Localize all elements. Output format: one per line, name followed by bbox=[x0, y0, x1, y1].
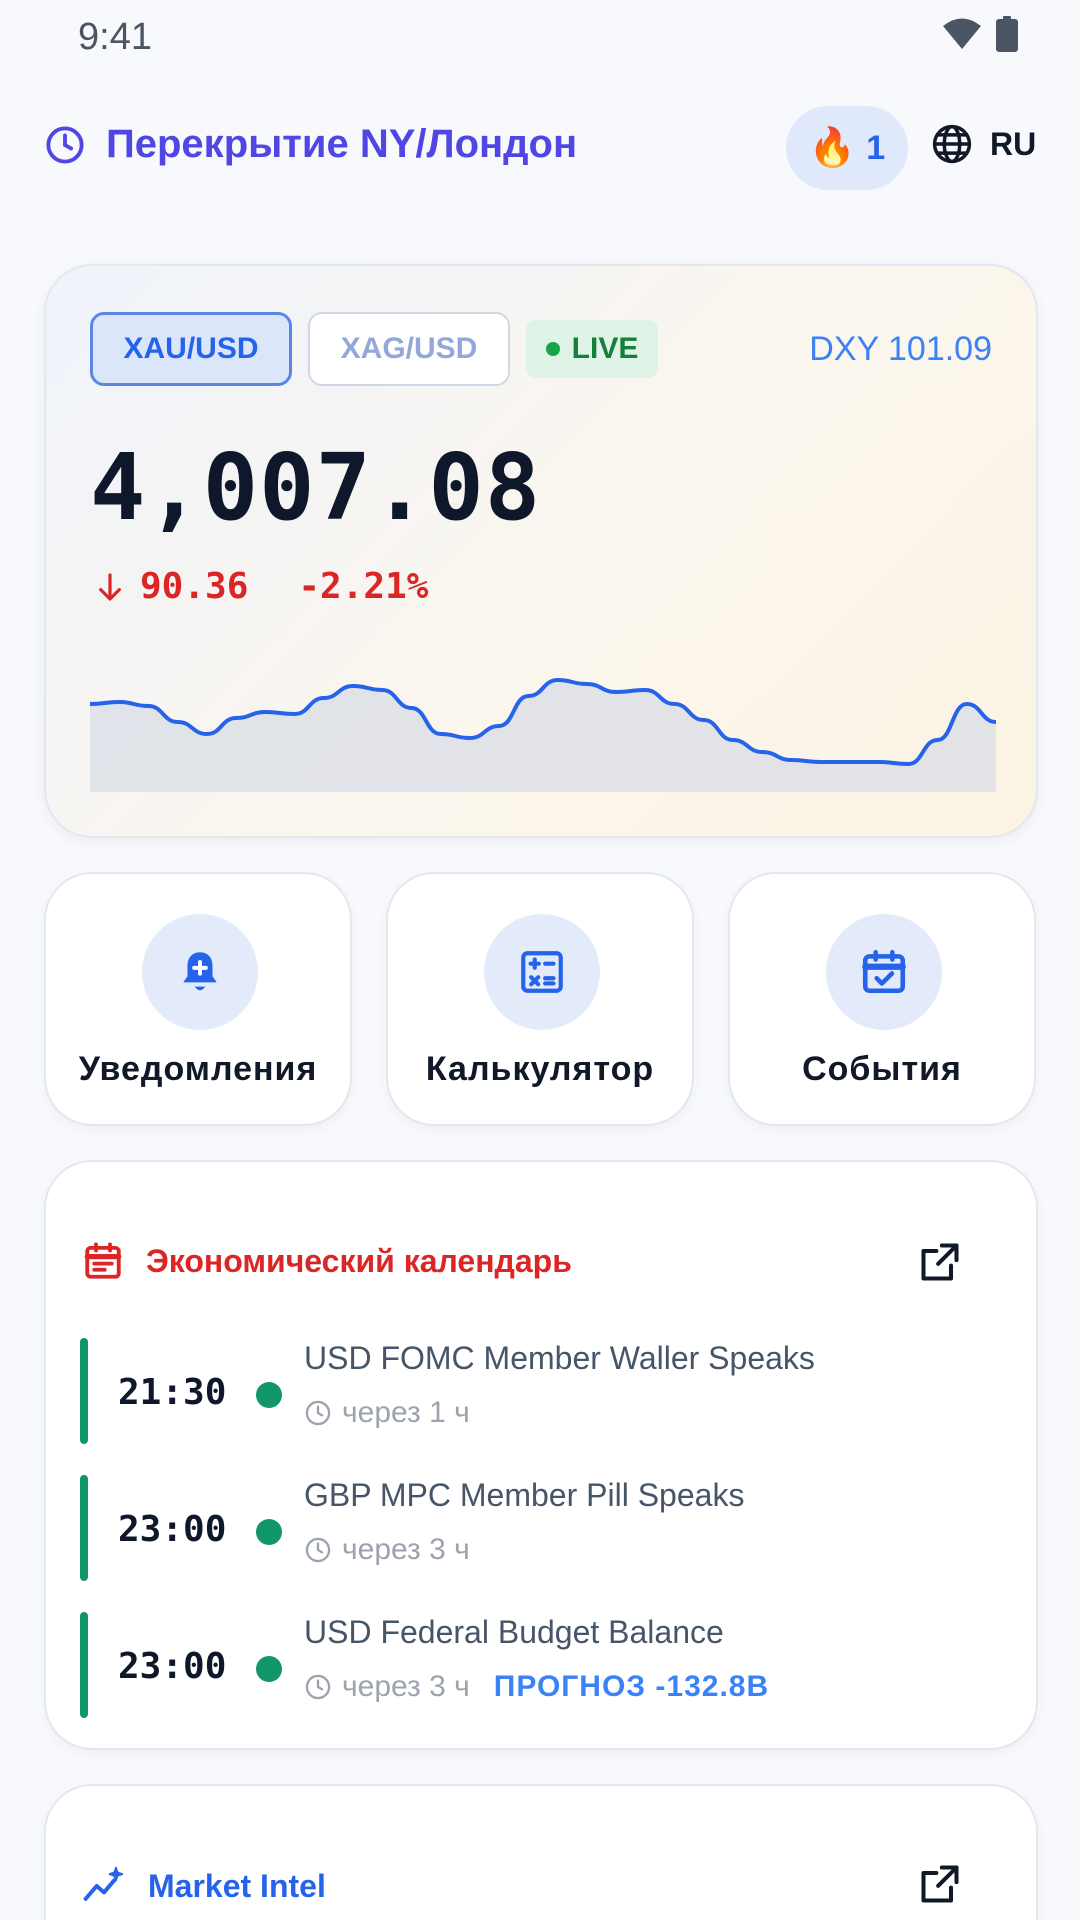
events-tile[interactable]: События bbox=[728, 872, 1036, 1126]
economic-calendar-panel: Экономический календарь 21:30 USD FOMC M… bbox=[44, 1160, 1038, 1750]
calendar-event[interactable]: 21:30 USD FOMC Member Waller Speaks чере… bbox=[80, 1338, 980, 1444]
calculator-icon bbox=[521, 951, 563, 993]
pair-tab-xag-usd[interactable]: XAG/USD bbox=[308, 312, 510, 386]
impact-bar bbox=[80, 1612, 88, 1718]
tile-label: Уведомления bbox=[78, 1050, 318, 1088]
price-sparkline bbox=[90, 678, 996, 792]
globe-icon bbox=[932, 124, 972, 164]
price-change: 90.36 -2.21% bbox=[94, 566, 428, 607]
calendar-check-icon bbox=[862, 949, 906, 994]
clock-icon bbox=[46, 125, 84, 164]
language-code: RU bbox=[990, 125, 1037, 162]
current-price: 4,007.08 bbox=[90, 434, 542, 541]
sparkline-area bbox=[90, 680, 996, 792]
impact-bar bbox=[80, 1475, 88, 1581]
event-meta: через 1 ч bbox=[304, 1396, 470, 1430]
live-dot bbox=[545, 342, 560, 356]
change-value: 90.36 bbox=[140, 566, 249, 607]
status-bar: 9:41 bbox=[0, 0, 1080, 74]
event-meta: через 3 ч ПРОГНОЗ -132.8B bbox=[304, 1670, 769, 1704]
impact-dot bbox=[256, 1382, 282, 1408]
market-intel-title: Market Intel bbox=[148, 1867, 326, 1904]
arrow-down-icon bbox=[99, 572, 121, 601]
price-card: XAU/USD XAG/USD LIVE DXY 101.09 4,007.08… bbox=[44, 264, 1038, 838]
clock-icon bbox=[305, 1537, 331, 1563]
event-eta: через 3 ч bbox=[342, 1533, 470, 1566]
impact-bar bbox=[80, 1338, 88, 1444]
impact-dot bbox=[256, 1519, 282, 1545]
dxy-value: DXY 101.09 bbox=[809, 330, 992, 368]
pair-tab-xau-usd[interactable]: XAU/USD bbox=[90, 312, 292, 386]
calendar-event[interactable]: 23:00 USD Federal Budget Balance через 3… bbox=[80, 1612, 980, 1718]
external-link-icon[interactable] bbox=[918, 1240, 962, 1284]
event-name: USD FOMC Member Waller Speaks bbox=[304, 1340, 815, 1376]
calendar-icon bbox=[84, 1242, 122, 1279]
wifi-icon bbox=[943, 18, 981, 49]
streak-badge[interactable]: 🔥 1 bbox=[786, 106, 908, 190]
tile-label: События bbox=[802, 1050, 962, 1088]
impact-dot bbox=[256, 1656, 282, 1682]
calendar-header: Экономический календарь bbox=[82, 1240, 572, 1282]
app-header: Перекрытие NY/Лондон 🔥 1 RU bbox=[0, 100, 1080, 196]
battery-icon bbox=[996, 16, 1018, 52]
event-time: 23:00 bbox=[118, 1646, 227, 1687]
status-icons bbox=[942, 16, 1018, 52]
clock-icon bbox=[305, 1674, 331, 1700]
tile-icon-circle bbox=[826, 914, 942, 1030]
external-link-icon[interactable] bbox=[918, 1862, 962, 1906]
market-intel-panel: Market Intel bbox=[44, 1784, 1038, 1920]
event-eta: через 1 ч bbox=[342, 1396, 470, 1429]
event-time: 23:00 bbox=[118, 1509, 227, 1550]
event-time: 21:30 bbox=[118, 1372, 227, 1413]
event-meta: через 3 ч bbox=[304, 1533, 470, 1567]
calendar-title: Экономический календарь bbox=[146, 1242, 572, 1279]
live-badge: LIVE bbox=[526, 320, 658, 378]
event-eta: через 3 ч bbox=[342, 1670, 470, 1703]
bell-plus-icon bbox=[183, 952, 217, 991]
flame-icon: 🔥 bbox=[808, 127, 857, 169]
calculator-tile[interactable]: Калькулятор bbox=[386, 872, 694, 1126]
trading-session: Перекрытие NY/Лондон bbox=[44, 122, 577, 167]
status-time: 9:41 bbox=[78, 16, 152, 58]
live-label: LIVE bbox=[571, 332, 639, 365]
language-switcher[interactable]: RU bbox=[930, 122, 1036, 166]
session-title: Перекрытие NY/Лондон bbox=[106, 122, 578, 166]
trend-sparkle-icon bbox=[83, 1866, 124, 1901]
streak-count: 1 bbox=[866, 128, 886, 167]
event-forecast: ПРОГНОЗ -132.8B bbox=[493, 1670, 770, 1703]
calendar-event[interactable]: 23:00 GBP MPC Member Pill Speaks через 3… bbox=[80, 1475, 980, 1581]
tile-icon-circle bbox=[142, 914, 258, 1030]
tile-icon-circle bbox=[484, 914, 600, 1030]
notifications-tile[interactable]: Уведомления bbox=[44, 872, 352, 1126]
change-percent: -2.21% bbox=[298, 566, 429, 607]
event-name: USD Federal Budget Balance bbox=[304, 1614, 724, 1650]
tile-label: Калькулятор bbox=[425, 1050, 655, 1088]
event-name: GBP MPC Member Pill Speaks bbox=[304, 1477, 745, 1513]
clock-icon bbox=[305, 1400, 331, 1426]
market-intel-header: Market Intel bbox=[82, 1864, 326, 1908]
